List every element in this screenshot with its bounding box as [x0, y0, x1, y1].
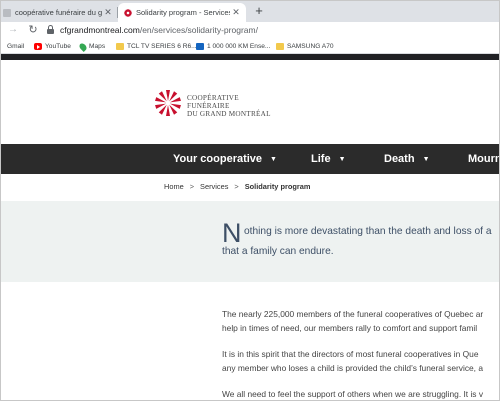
nav-item-mourning[interactable]: Mourn	[468, 144, 500, 174]
bookmark-label: SAMSUNG A70	[287, 43, 334, 50]
bookmark-label: Gmail	[7, 43, 25, 50]
bookmark-youtube[interactable]: YouTube	[34, 41, 71, 52]
lock-icon[interactable]	[47, 25, 54, 34]
breadcrumb-current: Solidarity program	[244, 182, 311, 191]
nav-label: Mourn	[468, 153, 500, 165]
close-tab-icon[interactable]: ✕	[102, 7, 114, 18]
bookmark-label: YouTube	[45, 43, 71, 50]
browser-tab-cooperative[interactable]: coopérative funéraire du grand m ✕	[0, 3, 118, 22]
site-logo[interactable]: COOPÉRATIVE FUNÉRAIRE DU GRAND MONTRÉAL	[152, 86, 292, 122]
bookmark-label: TCL TV SERIES 6 R6...	[127, 43, 197, 50]
page-favicon-icon	[3, 8, 11, 17]
logo-wordmark: COOPÉRATIVE FUNÉRAIRE DU GRAND MONTRÉAL	[187, 94, 271, 118]
logo-line: DU GRAND MONTRÉAL	[187, 110, 271, 118]
site-top-bar	[0, 54, 500, 60]
rose-logo-icon	[155, 90, 181, 116]
site-icon	[196, 43, 204, 50]
main-navigation: Your cooperative ▼ Life ▼ Death ▼ Mourn	[0, 144, 500, 174]
logo-line: COOPÉRATIVE	[187, 94, 239, 102]
body-paragraph-line: any member who loses a child is provided…	[222, 363, 483, 373]
bookmarks-bar: Gmail YouTube Maps TCL TV SERIES 6 R6...…	[0, 39, 500, 54]
chevron-down-icon: ▼	[422, 156, 430, 163]
browser-tab-solidarity[interactable]: Solidarity program - Services | ✕	[118, 3, 246, 22]
address-bar[interactable]: cfgrandmontreal.com/en/services/solidari…	[60, 24, 258, 36]
bookmark-maps[interactable]: Maps	[78, 41, 106, 52]
url-path: /en/services/solidarity-program/	[139, 25, 258, 35]
tab-title: Solidarity program - Services |	[136, 8, 230, 17]
maps-icon	[78, 41, 88, 52]
breadcrumb-home[interactable]: Home	[164, 182, 184, 191]
browser-toolbar: → ↻ cfgrandmontreal.com/en/services/soli…	[0, 22, 500, 39]
breadcrumb-separator: >	[189, 182, 195, 191]
nav-item-death[interactable]: Death ▼	[384, 144, 430, 174]
breadcrumb: Home > Services > Solidarity program	[164, 182, 310, 191]
logo-line: FUNÉRAIRE	[187, 102, 230, 110]
reload-icon[interactable]: ↻	[26, 23, 40, 37]
new-tab-button[interactable]: +	[251, 3, 267, 19]
folder-icon	[116, 43, 124, 50]
nav-item-life[interactable]: Life ▼	[311, 144, 346, 174]
intro-text: that a family can endure.	[222, 246, 334, 257]
bookmark-label: Maps	[89, 43, 106, 50]
body-paragraph-line: It is in this spirit that the directors …	[222, 349, 479, 359]
youtube-icon	[34, 43, 42, 50]
site-favicon-icon	[124, 8, 132, 17]
browser-tab-strip: coopérative funéraire du grand m ✕ Solid…	[0, 0, 500, 22]
body-paragraph-line: help in times of need, our members rally…	[222, 323, 478, 333]
nav-item-your-cooperative[interactable]: Your cooperative ▼	[173, 144, 277, 174]
nav-label: Death	[384, 153, 415, 165]
bookmark-gmail[interactable]: Gmail	[7, 41, 24, 52]
close-tab-icon[interactable]: ✕	[230, 7, 242, 18]
intro-banner: N othing is more devastating than the de…	[0, 201, 500, 282]
folder-icon	[276, 43, 284, 50]
bookmark-km[interactable]: 1 000 000 KM Ense...	[196, 41, 270, 52]
breadcrumb-separator: >	[234, 182, 239, 191]
nav-label: Life	[311, 153, 331, 165]
intro-text: othing is more devastating than the deat…	[244, 226, 492, 237]
body-paragraph-line: The nearly 225,000 members of the funera…	[222, 309, 484, 319]
back-arrow-icon[interactable]: →	[6, 23, 20, 37]
tab-title: coopérative funéraire du grand m	[15, 8, 102, 17]
bookmark-samsung[interactable]: SAMSUNG A70	[276, 41, 334, 52]
intro-dropcap: N	[222, 218, 242, 248]
chevron-down-icon: ▼	[338, 156, 346, 163]
nav-label: Your cooperative	[173, 153, 263, 165]
body-paragraph-line: We all need to feel the support of other…	[222, 389, 484, 399]
breadcrumb-services[interactable]: Services	[200, 182, 228, 191]
bookmark-tcl-tv[interactable]: TCL TV SERIES 6 R6...	[116, 41, 197, 52]
bookmark-label: 1 000 000 KM Ense...	[207, 43, 271, 50]
url-host: cfgrandmontreal.com	[60, 25, 140, 35]
chevron-down-icon: ▼	[270, 156, 277, 163]
